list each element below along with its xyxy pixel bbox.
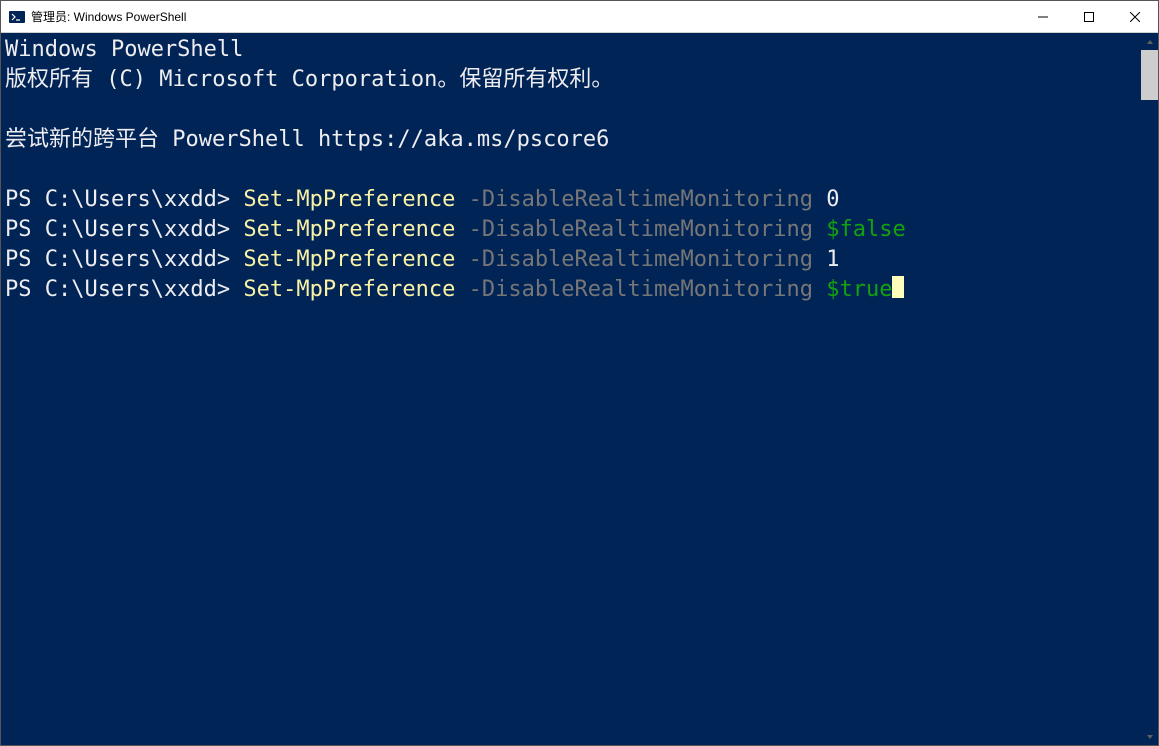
value-text: 1 bbox=[826, 247, 839, 272]
vertical-scrollbar[interactable] bbox=[1141, 33, 1158, 745]
param-text: -DisableRealtimeMonitoring bbox=[455, 247, 826, 272]
command-line: PS C:\Users\xxdd> Set-MpPreference -Disa… bbox=[5, 275, 1141, 305]
titlebar-left: 管理员: Windows PowerShell bbox=[1, 8, 1020, 25]
value-text: 0 bbox=[826, 187, 839, 212]
prompt-text: PS C:\Users\xxdd> bbox=[5, 247, 243, 272]
cmdlet-text: Set-MpPreference bbox=[243, 247, 455, 272]
header-line: Windows PowerShell bbox=[5, 35, 1141, 65]
prompt-text: PS C:\Users\xxdd> bbox=[5, 217, 243, 242]
minimize-button[interactable] bbox=[1020, 1, 1066, 32]
maximize-button[interactable] bbox=[1066, 1, 1112, 32]
scroll-up-button[interactable] bbox=[1141, 33, 1158, 50]
cmdlet-text: Set-MpPreference bbox=[243, 187, 455, 212]
close-button[interactable] bbox=[1112, 1, 1158, 32]
prompt-text: PS C:\Users\xxdd> bbox=[5, 277, 243, 302]
copyright-line: 版权所有 (C) Microsoft Corporation。保留所有权利。 bbox=[5, 65, 1141, 95]
window-title: 管理员: Windows PowerShell bbox=[31, 8, 186, 25]
scroll-thumb[interactable] bbox=[1141, 50, 1158, 100]
cmdlet-text: Set-MpPreference bbox=[243, 217, 455, 242]
param-text: -DisableRealtimeMonitoring bbox=[455, 277, 826, 302]
cmdlet-text: Set-MpPreference bbox=[243, 277, 455, 302]
command-line: PS C:\Users\xxdd> Set-MpPreference -Disa… bbox=[5, 185, 1141, 215]
command-line: PS C:\Users\xxdd> Set-MpPreference -Disa… bbox=[5, 215, 1141, 245]
value-text: $true bbox=[826, 277, 892, 302]
scroll-down-button[interactable] bbox=[1141, 728, 1158, 745]
terminal-container: Windows PowerShell版权所有 (C) Microsoft Cor… bbox=[1, 33, 1158, 745]
powershell-icon bbox=[9, 9, 25, 25]
blank-line bbox=[5, 155, 1141, 185]
terminal-output[interactable]: Windows PowerShell版权所有 (C) Microsoft Cor… bbox=[1, 33, 1141, 745]
blank-line bbox=[5, 95, 1141, 125]
window-controls bbox=[1020, 1, 1158, 32]
terminal-cursor bbox=[892, 276, 904, 298]
param-text: -DisableRealtimeMonitoring bbox=[455, 217, 826, 242]
param-text: -DisableRealtimeMonitoring bbox=[455, 187, 826, 212]
prompt-text: PS C:\Users\xxdd> bbox=[5, 187, 243, 212]
command-line: PS C:\Users\xxdd> Set-MpPreference -Disa… bbox=[5, 245, 1141, 275]
value-text: $false bbox=[826, 217, 905, 242]
powershell-window: 管理员: Windows PowerShell Windows PowerShe… bbox=[0, 0, 1159, 746]
pscore-line: 尝试新的跨平台 PowerShell https://aka.ms/pscore… bbox=[5, 125, 1141, 155]
window-titlebar[interactable]: 管理员: Windows PowerShell bbox=[1, 1, 1158, 33]
